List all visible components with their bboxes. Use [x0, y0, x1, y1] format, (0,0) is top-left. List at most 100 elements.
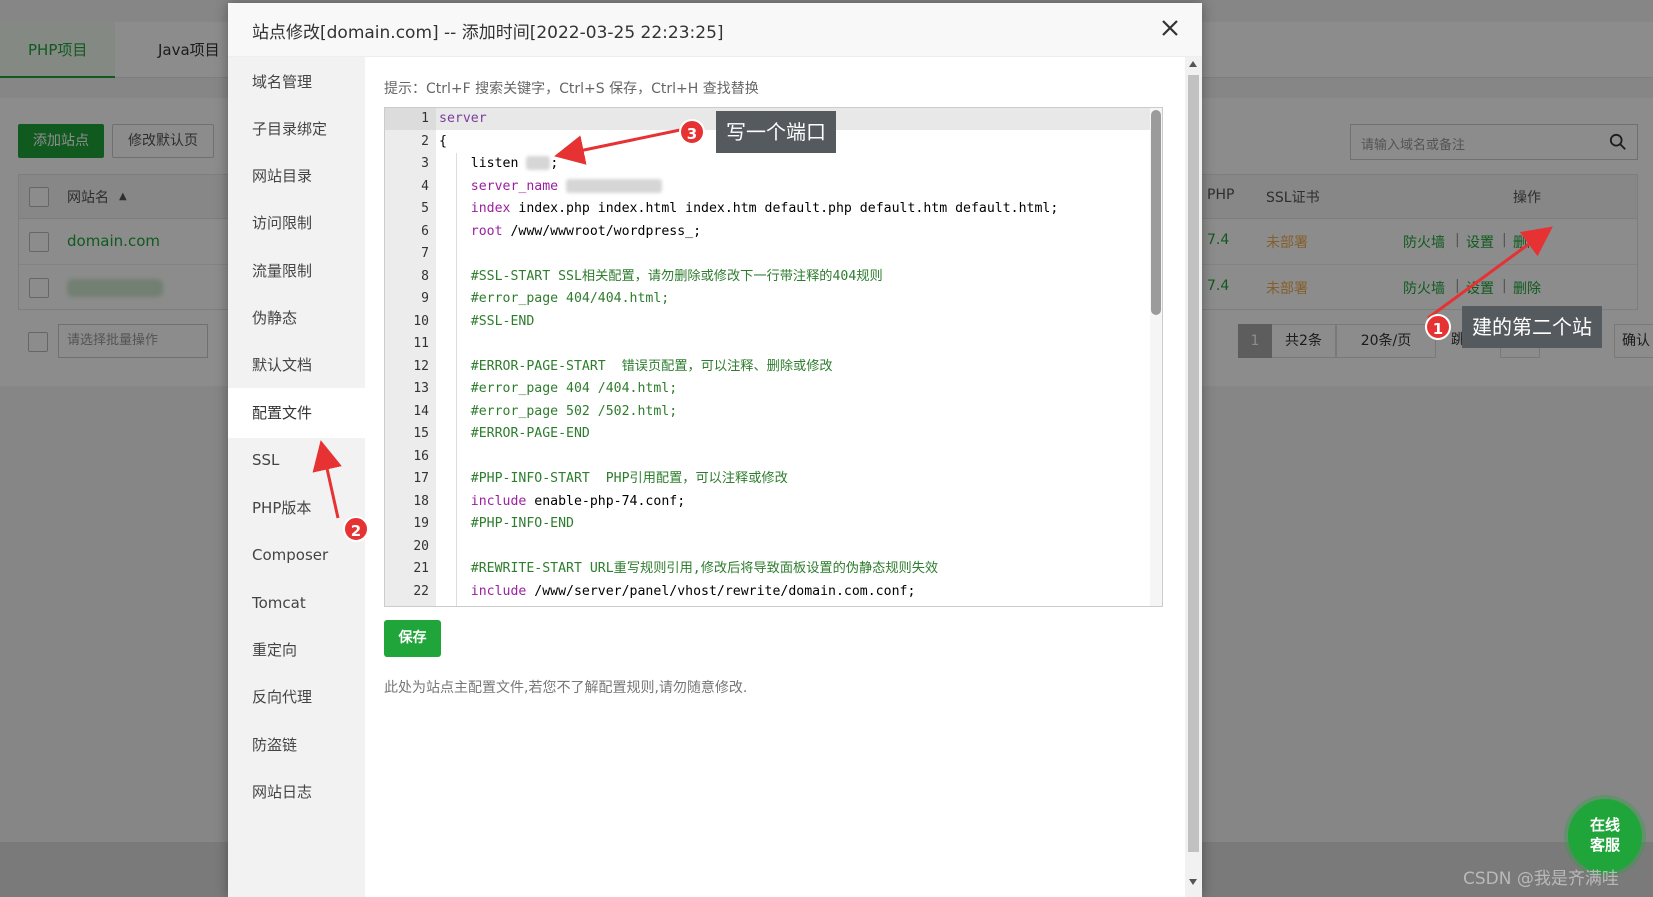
close-icon[interactable]: [1158, 16, 1182, 40]
line-number: 9: [421, 291, 429, 306]
code-token: server: [439, 111, 487, 126]
line-number: 22: [413, 583, 429, 599]
dialog-title: 站点修改[domain.com] -- 添加时间[2022-03-25 22:2…: [252, 23, 724, 43]
editor-scroll-thumb[interactable]: [1151, 110, 1161, 315]
line-number: 8: [421, 268, 429, 284]
code-line[interactable]: #error_page 404/404.html;: [439, 288, 670, 311]
line-number: 16: [413, 448, 429, 464]
sidebar-item-domain[interactable]: 域名管理: [228, 57, 365, 107]
code-line[interactable]: #SSL-END: [439, 311, 535, 334]
code-line[interactable]: #ERROR-PAGE-START 错误页配置，可以注释、删除或修改: [439, 356, 833, 379]
code-line[interactable]: include enable-php-74.conf;: [439, 491, 685, 514]
code-line[interactable]: root /www/wwwroot/wordpress_;: [439, 221, 701, 244]
code-token: #REWRITE-START URL重写规则引用,修改后将导致面板设置的伪静态规…: [439, 561, 939, 576]
sidebar-item-config-file[interactable]: 配置文件: [228, 388, 365, 438]
line-number: 3: [421, 156, 429, 171]
code-line[interactable]: #REWRITE-START URL重写规则引用,修改后将导致面板设置的伪静态规…: [439, 558, 938, 581]
code-line[interactable]: #PHP-INFO-START PHP引用配置，可以注释或修改: [439, 468, 788, 491]
line-number-gutter: 1 2 3 4 5 6 7 8 9 10 11 12 13 14 15 16 17 18 19 20 21 22: [385, 108, 436, 606]
code-line[interactable]: include /www/server/panel/vhost/rewrite/…: [439, 581, 916, 604]
scroll-down-icon[interactable]: [1189, 879, 1197, 885]
code-line[interactable]: {: [439, 131, 447, 154]
online-support-label: 在线客服: [1589, 816, 1620, 854]
scroll-up-icon[interactable]: [1189, 61, 1197, 67]
line-number: 2: [421, 133, 429, 149]
code-token: /www/wwwroot/wordpress_;: [502, 223, 702, 239]
online-support-button[interactable]: 在线客服: [1568, 799, 1642, 873]
code-token: /www/server/panel/vhost/rewrite/domain.c…: [526, 583, 916, 599]
sidebar-item-rewrite[interactable]: 伪静态: [228, 293, 365, 343]
code-token: #error_page 502 /502.html;: [439, 403, 678, 419]
sidebar-item-traffic-limit[interactable]: 流量限制: [228, 246, 365, 296]
line-number: 7: [421, 246, 429, 261]
code-token: include: [470, 493, 527, 509]
line-number: 18: [413, 493, 429, 509]
callout-write-port: 写一个端口: [716, 111, 836, 153]
sidebar-item-default-doc[interactable]: 默认文档: [228, 340, 365, 390]
sidebar-item-tomcat[interactable]: Tomcat: [228, 578, 365, 628]
line-number: 11: [413, 336, 429, 351]
code-line[interactable]: #error_page 404 /404.html;: [439, 378, 677, 401]
code-line[interactable]: server: [439, 108, 487, 131]
line-number: 4: [421, 178, 429, 194]
line-number: 14: [413, 403, 429, 419]
line-number: 13: [413, 381, 429, 396]
sidebar-item-reverse-proxy[interactable]: 反向代理: [228, 672, 365, 722]
code-token: index.php index.html index.htm default.p…: [510, 201, 1059, 216]
code-line[interactable]: server_name: [439, 176, 663, 199]
line-number: 17: [413, 471, 429, 486]
config-warning-note: 此处为站点主配置文件,若您不了解配置规则,请勿随意修改.: [384, 680, 748, 696]
marker-1: 1: [1425, 314, 1451, 340]
code-line[interactable]: #SSL-START SSL相关配置，请勿删除或修改下一行带注释的404规则: [439, 266, 883, 289]
marker-2: 2: [343, 516, 369, 542]
callout-second-site: 建的第二个站: [1462, 306, 1602, 348]
code-token: #error_page 404 /404.html;: [439, 381, 678, 396]
dialog-scrollbar[interactable]: [1185, 57, 1202, 897]
editor-scrollbar[interactable]: [1150, 108, 1162, 606]
code-token: index: [470, 201, 511, 216]
line-number: 6: [421, 223, 429, 239]
save-button[interactable]: 保存: [384, 620, 441, 657]
code-line[interactable]: index index.php index.html index.htm def…: [439, 198, 1059, 221]
code-line[interactable]: #ERROR-PAGE-END: [439, 423, 590, 446]
code-token: #PHP-INFO-END: [439, 516, 574, 531]
line-number: 1: [421, 111, 429, 126]
code-token: root: [470, 223, 503, 239]
line-number: 5: [421, 201, 429, 216]
sidebar-item-composer[interactable]: Composer: [228, 530, 365, 580]
code-token: #ERROR-PAGE-START 错误页配置，可以注释、删除或修改: [439, 358, 833, 374]
line-number: 21: [413, 561, 429, 576]
sidebar-item-site-log[interactable]: 网站日志: [228, 767, 365, 817]
code-token: listen: [439, 156, 527, 171]
dialog-scroll-thumb[interactable]: [1188, 75, 1199, 852]
code-line[interactable]: listen ;: [439, 153, 558, 176]
dialog-titlebar: 站点修改[domain.com] -- 添加时间[2022-03-25 22:2…: [228, 3, 1202, 57]
code-token: #PHP-INFO-START PHP引用配置，可以注释或修改: [439, 471, 788, 486]
line-number: 10: [413, 313, 429, 329]
code-line[interactable]: #PHP-INFO-END: [439, 513, 574, 536]
config-code-editor[interactable]: 1 2 3 4 5 6 7 8 9 10 11 12 13 14 15 16 17 18 19 20 21 22 serv…: [384, 107, 1163, 607]
line-number: 20: [413, 538, 429, 554]
watermark: CSDN @我是齐满哇: [1463, 869, 1619, 889]
sidebar-item-access-limit[interactable]: 访问限制: [228, 198, 365, 248]
line-number: 12: [413, 358, 429, 374]
sidebar-item-redirect[interactable]: 重定向: [228, 625, 365, 675]
sidebar-item-subdir[interactable]: 子目录绑定: [228, 104, 365, 154]
marker-3: 3: [679, 119, 705, 145]
sidebar-item-site-dir[interactable]: 网站目录: [228, 151, 365, 201]
code-line[interactable]: #error_page 502 /502.html;: [439, 401, 677, 424]
sidebar-item-hotlink[interactable]: 防盗链: [228, 720, 365, 770]
code-token: ;: [550, 156, 559, 171]
site-edit-dialog: 站点修改[domain.com] -- 添加时间[2022-03-25 22:2…: [228, 3, 1202, 897]
code-token: include: [470, 583, 527, 599]
sidebar-item-ssl[interactable]: SSL: [228, 435, 365, 485]
shortcut-hint: 提示：Ctrl+F 搜索关键字，Ctrl+S 保存，Ctrl+H 查找替换: [384, 81, 759, 97]
code-token: enable-php-74.conf;: [526, 493, 686, 509]
line-number: 15: [413, 426, 429, 441]
code-token: server_name: [470, 178, 559, 194]
code-token: #error_page 404/404.html;: [439, 291, 670, 306]
